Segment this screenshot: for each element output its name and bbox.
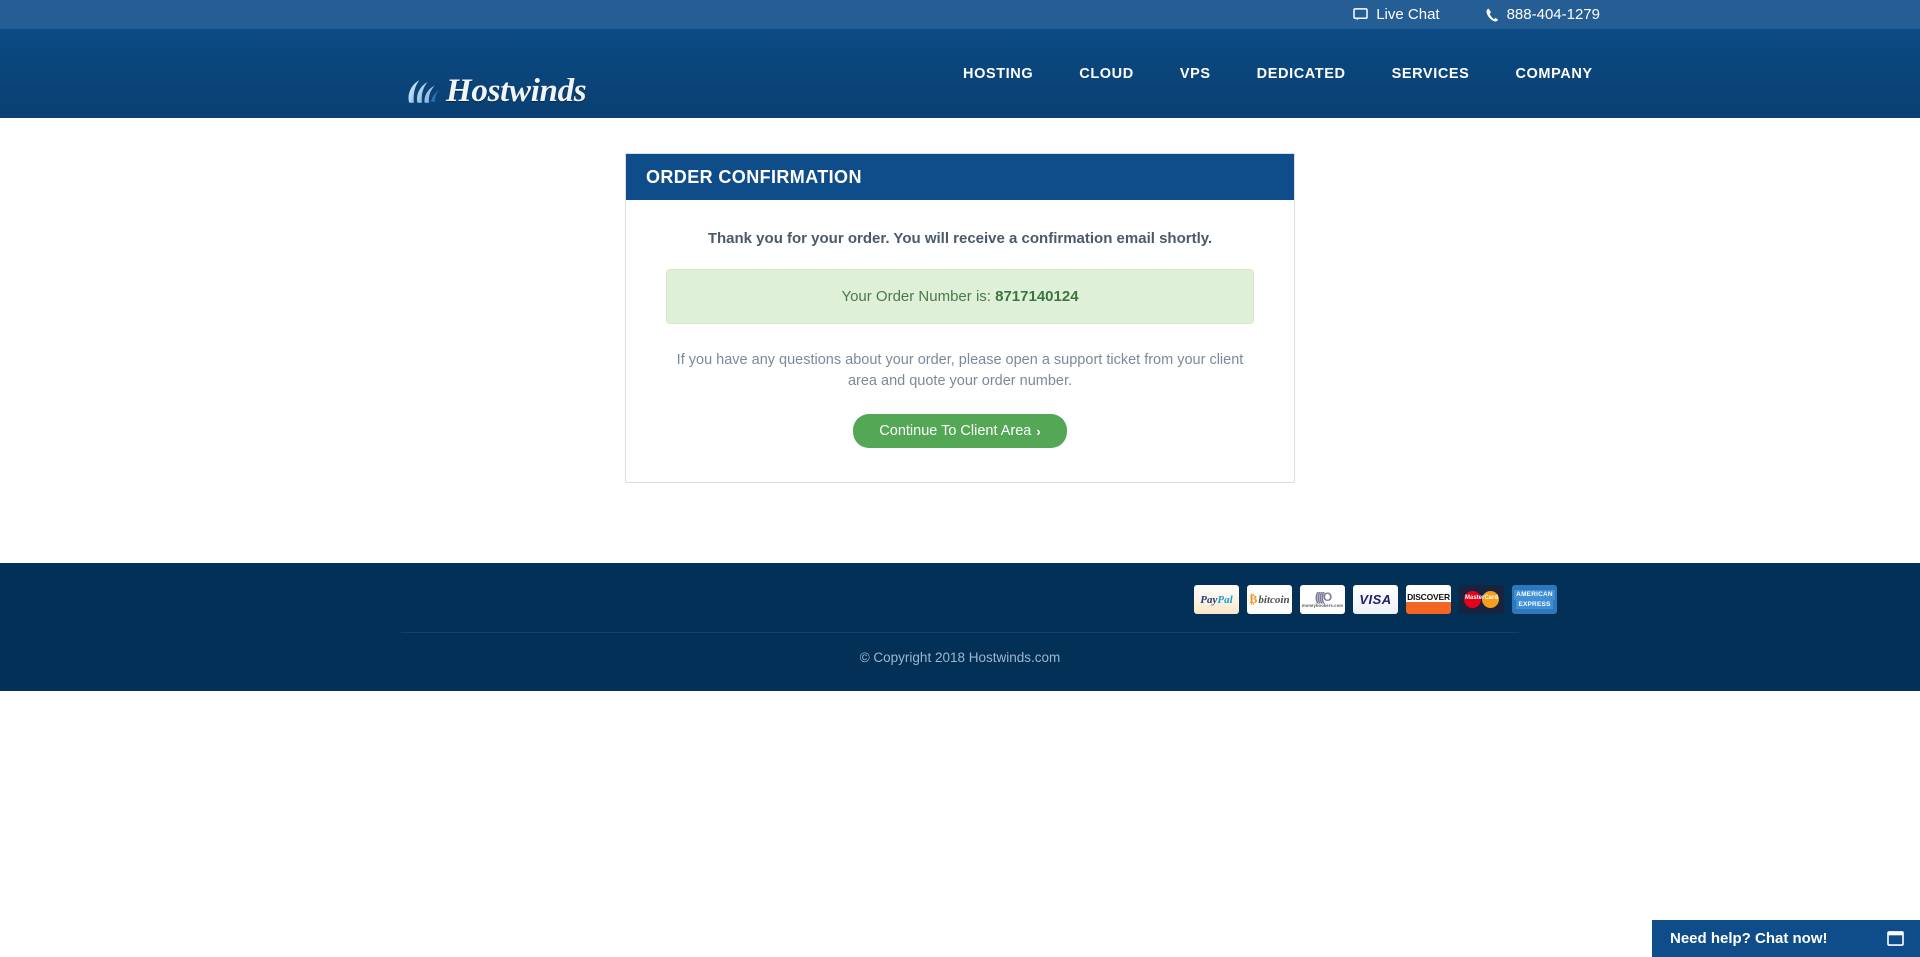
thank-you-message: Thank you for your order. You will recei… [707,230,1213,247]
phone-icon [1486,8,1499,22]
mastercard-label: MasterCard [1464,595,1498,601]
main-navigation: HOSTING CLOUD VPS DEDICATED SERVICES COM… [940,29,1616,118]
window-maximize-icon[interactable] [1887,931,1904,946]
continue-to-client-area-button[interactable]: Continue To Client Area › [853,414,1067,449]
phone-label: 888-404-1279 [1506,6,1600,23]
chevron-right-icon: › [1036,423,1041,439]
order-confirmation-panel: ORDER CONFIRMATION Thank you for your or… [625,153,1295,484]
nav-item-hosting[interactable]: HOSTING [940,66,1056,82]
chat-bubble-icon [1353,8,1368,21]
nav-item-company[interactable]: COMPANY [1492,66,1615,82]
discover-label: DISCOVER [1407,592,1450,602]
nav-item-vps[interactable]: VPS [1157,66,1234,82]
main-content: ORDER CONFIRMATION Thank you for your or… [0,118,1920,563]
wave-swoosh-icon [404,76,440,106]
chat-widget[interactable]: Need help? Chat now! [1652,920,1920,957]
order-number-alert: Your Order Number is: 8717140124 [666,269,1254,324]
logo-wordmark: Hostwinds [446,73,587,109]
chat-widget-label: Need help? Chat now! [1670,930,1828,947]
copyright-text: © Copyright 2018 Hostwinds.com [859,650,1061,665]
order-number-label: Your Order Number is: [841,288,991,305]
phone-link[interactable]: 888-404-1279 [1486,7,1600,22]
site-logo[interactable]: Hostwinds [404,73,587,109]
nav-item-services[interactable]: SERVICES [1369,66,1493,82]
site-footer: Pay Pal ₿ bitcoin ((((O moneybookers.com V… [0,563,1920,691]
moneybookers-icon: ((((O moneybookers.com [1300,585,1345,614]
payment-methods: Pay Pal ₿ bitcoin ((((O moneybookers.com V… [335,585,1585,614]
continue-button-label: Continue To Client Area [879,423,1032,440]
amex-icon: AMERICAN EXPRESS [1512,585,1557,614]
support-note: If you have any questions about your ord… [676,352,1244,390]
site-header: Hostwinds HOSTING CLOUD VPS DEDICATED SE… [0,29,1920,118]
bitcoin-label: bitcoin [1258,593,1290,606]
nav-item-dedicated[interactable]: DEDICATED [1234,66,1369,82]
nav-item-cloud[interactable]: CLOUD [1056,66,1157,82]
order-number-value: 8717140124 [995,288,1079,305]
moneybookers-label: moneybookers.com [1301,602,1344,608]
visa-icon: VISA [1353,585,1398,614]
panel-body: Thank you for your order. You will recei… [626,200,1294,482]
discover-icon: DISCOVER [1406,585,1451,614]
paypal-icon: Pay Pal [1194,585,1239,614]
panel-title: ORDER CONFIRMATION [626,154,1294,200]
bitcoin-icon: ₿ bitcoin [1247,585,1292,614]
visa-label: VISA [1359,592,1392,607]
mastercard-icon: MasterCard [1459,585,1504,614]
live-chat-link[interactable]: Live Chat [1353,6,1440,23]
top-utility-bar: Live Chat 888-404-1279 [0,0,1920,29]
live-chat-label: Live Chat [1376,6,1440,23]
